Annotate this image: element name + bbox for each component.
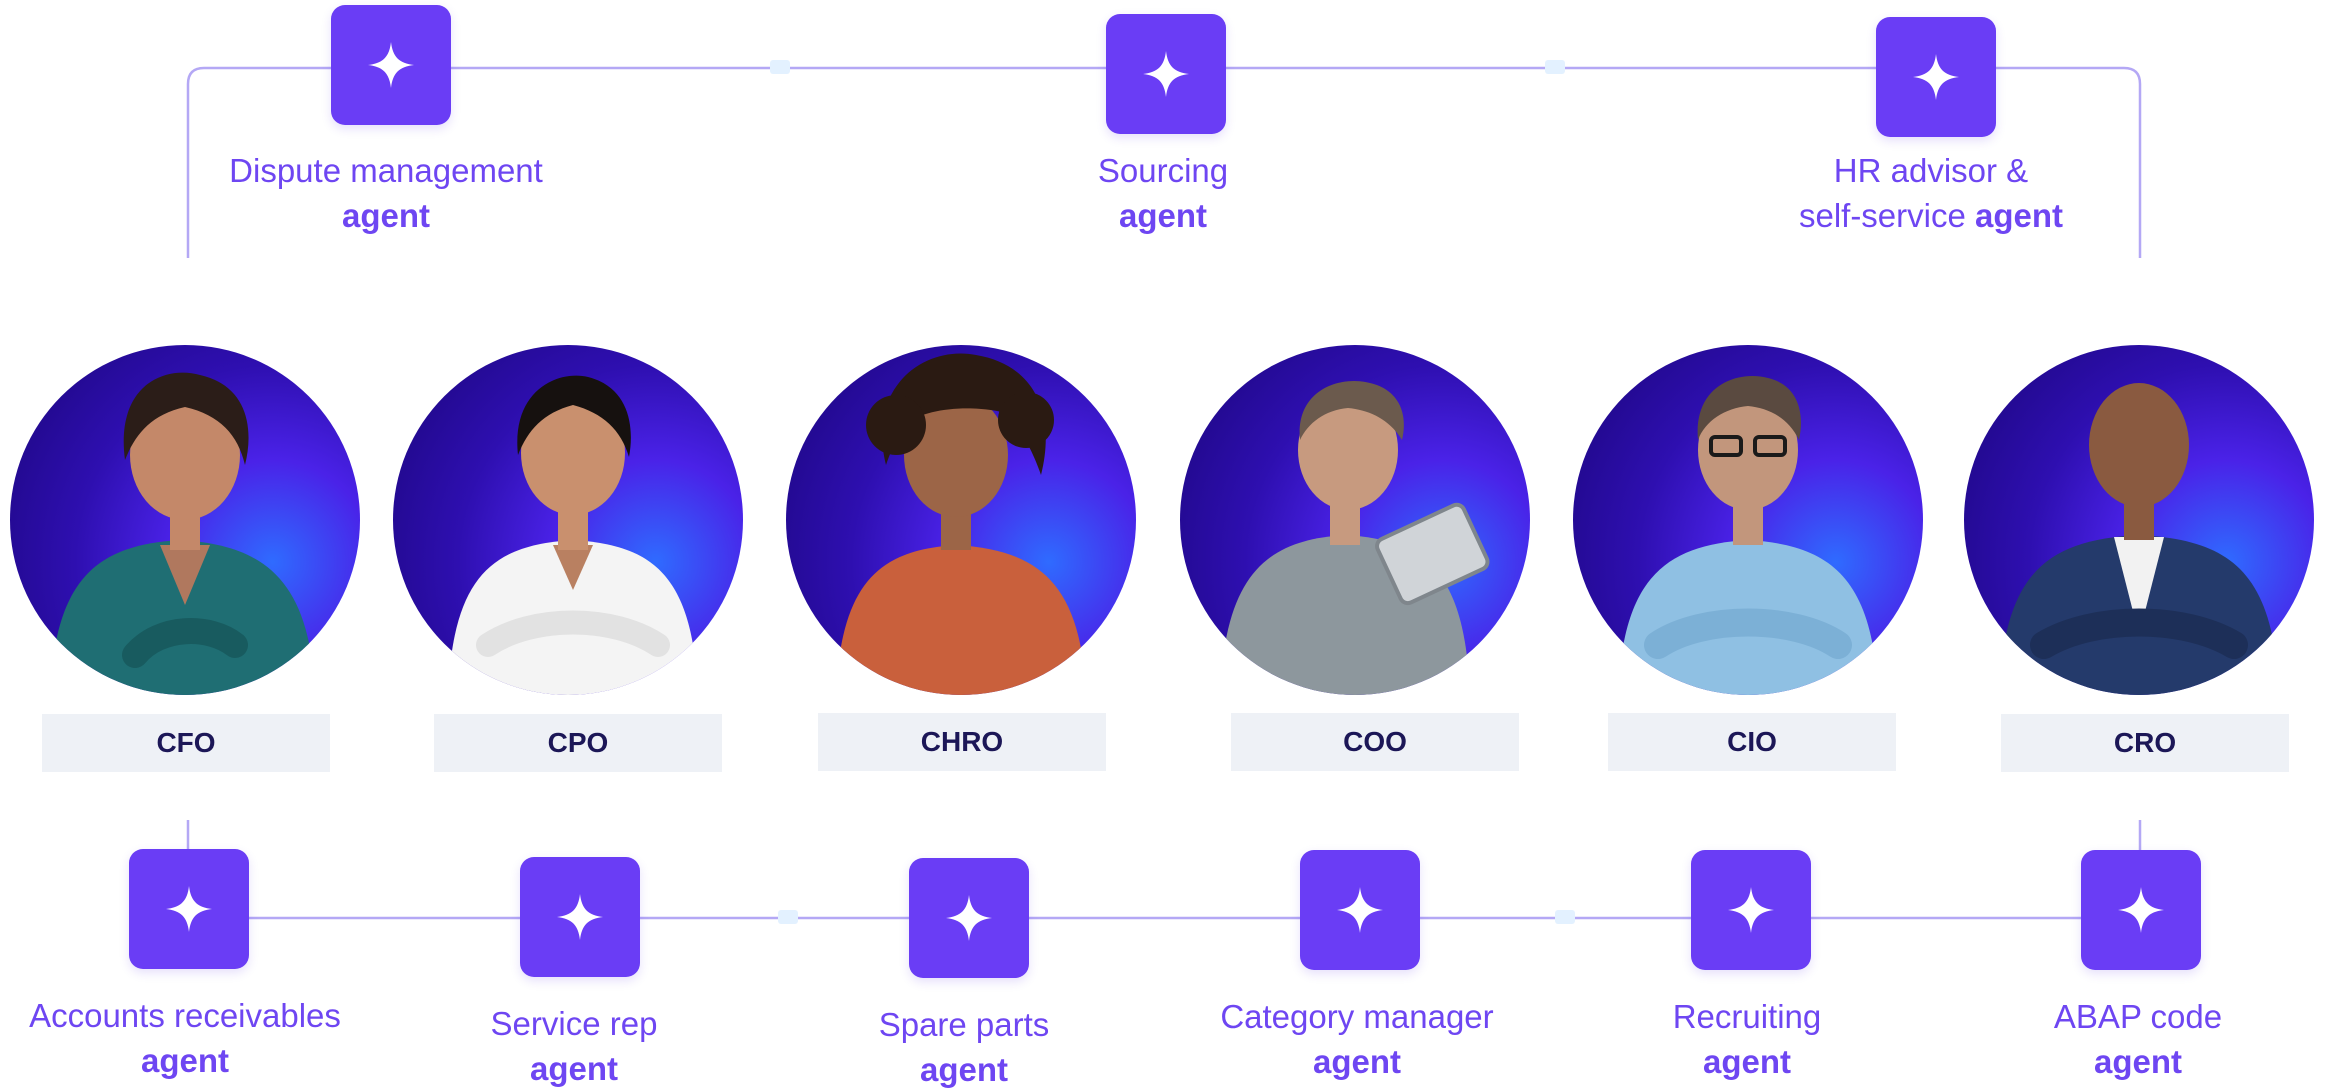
- agent-suffix: agent: [919, 1051, 1008, 1088]
- agent-suffix: agent: [1312, 1043, 1401, 1080]
- agent-suffix: agent: [1118, 197, 1207, 234]
- agent-suffix: agent: [529, 1050, 618, 1087]
- exec-circle-chro: [786, 345, 1136, 695]
- sparkle-icon: [368, 42, 414, 88]
- agent-name: Recruiting: [1672, 998, 1822, 1035]
- agent-name: Accounts receivables: [29, 997, 341, 1034]
- exec-title: CFO: [156, 727, 216, 758]
- agent-label-accounts-receivables: Accounts receivables agent: [0, 993, 385, 1083]
- exec-badge-cro: CRO: [2001, 714, 2289, 772]
- exec-badge-chro: CHRO: [818, 713, 1106, 771]
- exec-badge-coo: COO: [1231, 713, 1519, 771]
- agent-label-dispute-management: Dispute management agent: [186, 148, 586, 238]
- agent-tile-spare-parts[interactable]: [909, 858, 1029, 978]
- agent-name: Service rep: [490, 1005, 658, 1042]
- agent-suffix: agent: [140, 1042, 229, 1079]
- agent-tile-hr-advisor[interactable]: [1876, 17, 1996, 137]
- exec-circle-cio: [1573, 345, 1923, 695]
- agent-label-service-rep: Service rep agent: [374, 1001, 774, 1091]
- agent-suffix: agent: [341, 197, 430, 234]
- sparkle-icon: [557, 894, 603, 940]
- exec-badge-cpo: CPO: [434, 714, 722, 772]
- agent-name: Spare parts: [878, 1006, 1050, 1043]
- agent-tile-sourcing[interactable]: [1106, 14, 1226, 134]
- cro-portrait: [1999, 383, 2279, 695]
- sparkle-icon: [1913, 54, 1959, 100]
- agent-tile-dispute-management[interactable]: [331, 5, 451, 125]
- agent-tile-category-manager[interactable]: [1300, 850, 1420, 970]
- exec-circle-cfo: [10, 345, 360, 695]
- agent-label-recruiting: Recruiting agent: [1547, 994, 1947, 1084]
- agent-tile-accounts-receivables[interactable]: [129, 849, 249, 969]
- agent-name: ABAP code: [2053, 998, 2223, 1035]
- exec-circle-cro: [1964, 345, 2314, 695]
- cio-portrait: [1618, 375, 1878, 695]
- sparkle-icon: [1337, 887, 1383, 933]
- agent-name: Category manager: [1220, 998, 1494, 1035]
- exec-title: CHRO: [920, 726, 1004, 757]
- sparkle-icon: [166, 886, 212, 932]
- exec-badge-cio: CIO: [1608, 713, 1896, 771]
- exec-title: CRO: [2113, 727, 2177, 758]
- agent-name: Sourcing: [1097, 152, 1229, 189]
- sparkle-icon: [1143, 51, 1189, 97]
- cpo-portrait: [448, 375, 698, 695]
- agent-suffix: agent: [2093, 1043, 2182, 1080]
- agent-name: Dispute management: [229, 152, 543, 189]
- agent-suffix: agent: [1702, 1043, 1791, 1080]
- agent-name: HR advisor &: [1833, 152, 2029, 189]
- agent-label-hr-advisor: HR advisor & self-service agent: [1731, 148, 2131, 238]
- agent-label-category-manager: Category manager agent: [1157, 994, 1557, 1084]
- sparkle-icon: [2118, 887, 2164, 933]
- agent-label-spare-parts: Spare parts agent: [764, 1002, 1164, 1092]
- coo-portrait: [1220, 380, 1490, 695]
- agent-suffix: agent: [1975, 197, 2064, 234]
- cfo-portrait: [50, 372, 315, 695]
- exec-title: CIO: [1727, 726, 1777, 757]
- agent-tile-abap-code[interactable]: [2081, 850, 2201, 970]
- exec-circle-cpo: [393, 345, 743, 695]
- agent-label-sourcing: Sourcing agent: [963, 148, 1363, 238]
- exec-title: COO: [1343, 726, 1407, 757]
- chro-portrait: [836, 353, 1086, 695]
- sparkle-icon: [1728, 887, 1774, 933]
- agent-tile-recruiting[interactable]: [1691, 850, 1811, 970]
- agent-label-abap-code: ABAP code agent: [1938, 994, 2325, 1084]
- sparkle-icon: [946, 895, 992, 941]
- exec-badge-cfo: CFO: [42, 714, 330, 772]
- agent-tile-service-rep[interactable]: [520, 857, 640, 977]
- exec-circle-coo: [1180, 345, 1530, 695]
- exec-title: CPO: [547, 727, 609, 758]
